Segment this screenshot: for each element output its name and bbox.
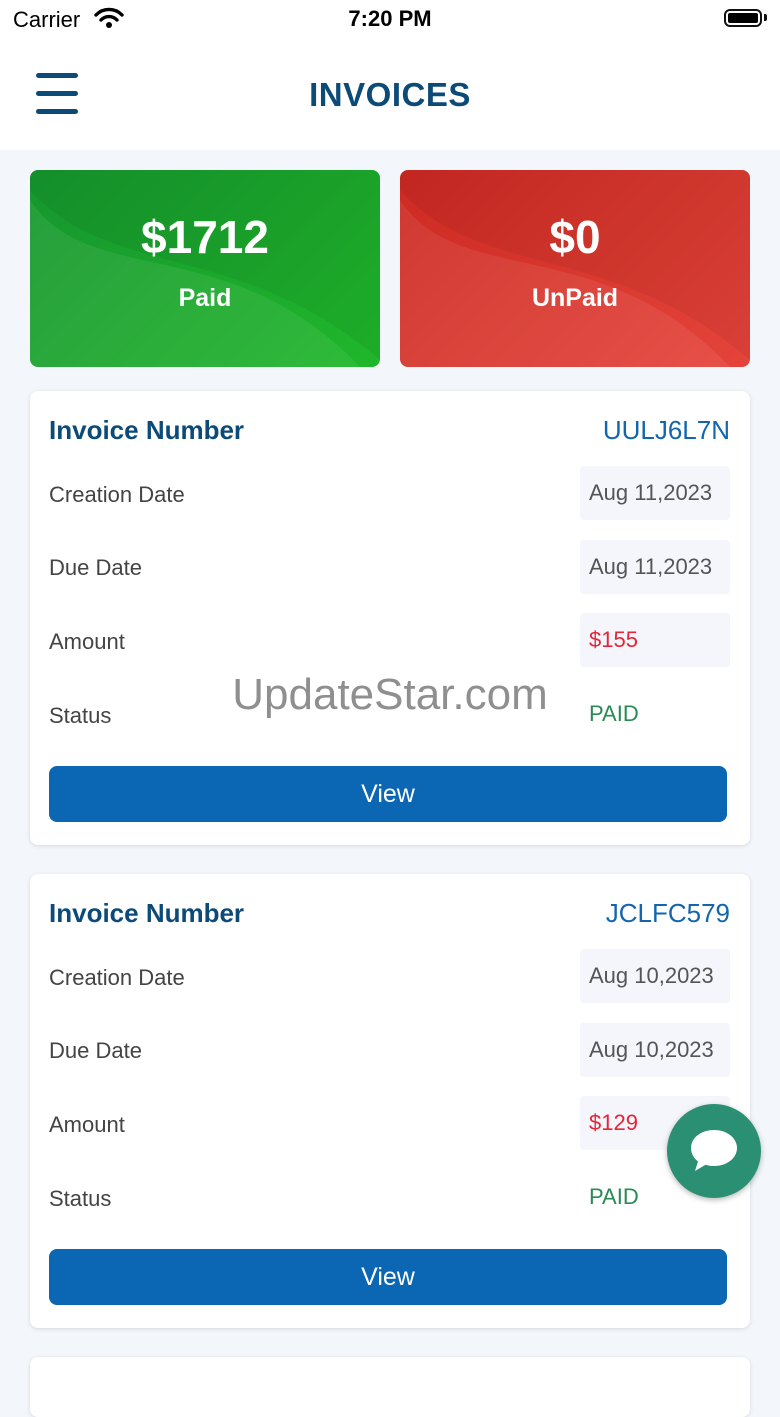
- card-wave-decoration: [30, 170, 380, 367]
- unpaid-amount: $0: [549, 211, 601, 263]
- amount-label: Amount: [49, 1112, 125, 1137]
- status-value: PAID: [589, 701, 639, 726]
- unpaid-label: UnPaid: [531, 284, 619, 312]
- paid-amount: $1712: [141, 211, 269, 263]
- invoice-number-label: Invoice Number: [49, 898, 245, 928]
- clock: 7:20 PM: [348, 6, 432, 31]
- due-date-value: Aug 11,2023: [580, 540, 730, 594]
- card-wave-decoration: [400, 170, 750, 367]
- due-date-value: Aug 10,2023: [580, 1023, 730, 1077]
- invoice-card: Invoice Number UULJ6L7N Creation Date Au…: [30, 391, 750, 845]
- paid-label: Paid: [178, 284, 232, 312]
- creation-date-label: Creation Date: [49, 965, 185, 990]
- creation-date-value: Aug 10,2023: [580, 949, 730, 1003]
- creation-date-value: Aug 11,2023: [580, 466, 730, 520]
- paid-summary-card: $1712 Paid: [30, 170, 380, 367]
- invoice-number-value: UULJ6L7N: [602, 415, 730, 445]
- creation-date-label: Creation Date: [49, 482, 185, 507]
- app-header: INVOICES: [0, 40, 780, 150]
- battery-nub: [764, 14, 767, 21]
- unpaid-summary-card: $0 UnPaid: [400, 170, 750, 367]
- page-title: INVOICES: [309, 76, 471, 113]
- due-date-label: Due Date: [49, 1038, 142, 1063]
- battery-icon: [724, 9, 762, 27]
- view-invoice-button[interactable]: View: [49, 766, 727, 822]
- invoice-number-value: JCLFC579: [605, 898, 730, 928]
- chat-button[interactable]: [667, 1104, 761, 1198]
- view-invoice-button[interactable]: View: [49, 1249, 727, 1305]
- amount-label: Amount: [49, 629, 125, 654]
- invoice-number-label: Invoice Number: [49, 415, 245, 445]
- status-label: Status: [49, 703, 112, 728]
- chat-bubble-icon: [691, 1130, 737, 1171]
- invoice-card: Invoice Number JCLFC579 Creation Date Au…: [30, 874, 750, 1328]
- status-label: Status: [49, 1186, 112, 1211]
- due-date-label: Due Date: [49, 555, 142, 580]
- amount-value: $155: [580, 613, 730, 667]
- status-bar: Carrier 7:20 PM: [0, 0, 780, 40]
- invoice-card-partial: [30, 1357, 750, 1417]
